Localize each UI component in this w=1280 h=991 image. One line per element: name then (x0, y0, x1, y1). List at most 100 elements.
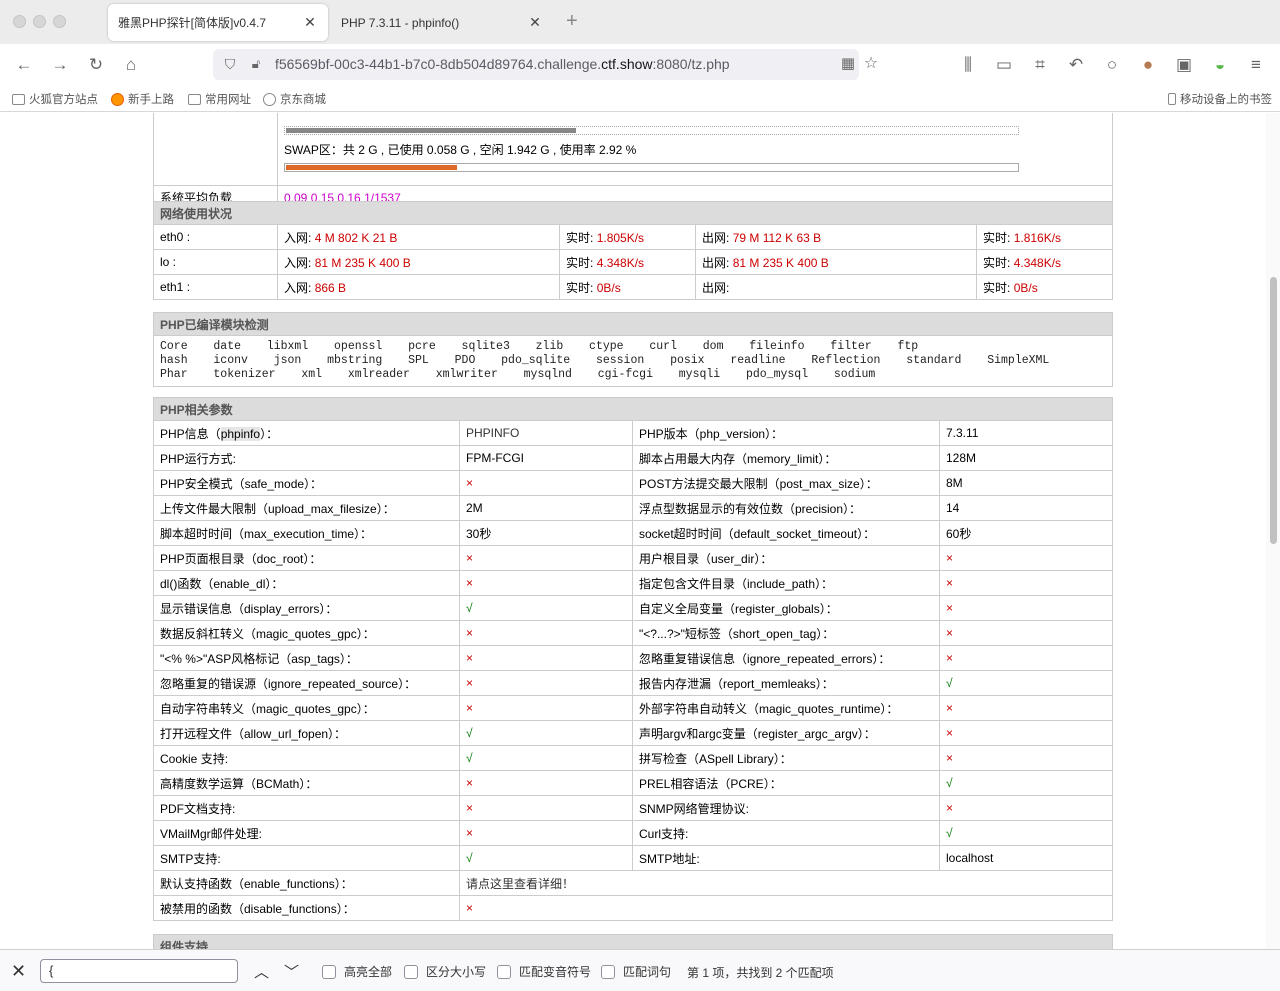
mobile-device-icon (1168, 93, 1176, 105)
close-icon[interactable]: ✕ (527, 14, 543, 31)
bookmark-getting-started[interactable]: 新手上路 (111, 91, 174, 107)
reload-icon[interactable]: ↻ (85, 54, 107, 76)
iface-name: eth0 : (153, 224, 278, 250)
checkbox[interactable] (497, 964, 511, 979)
param-value: 14 (939, 495, 1113, 521)
phpinfo-link-text[interactable]: PHPINFO (466, 426, 519, 440)
page-scrollbar[interactable] (1266, 113, 1280, 949)
whole-words-checkbox[interactable]: 匹配词句 (601, 963, 671, 980)
param-label: 忽略重复的错误源（ignore_repeated_source）： (153, 670, 460, 696)
param-label: Cookie 支持: (153, 745, 460, 771)
param-label: "<% %>"ASP风格标记（asp_tags）： (153, 645, 460, 671)
phpinfo-link[interactable]: PHPINFO (459, 420, 633, 446)
extension-icon[interactable]: ◒ (1209, 54, 1231, 76)
tab-phpinfo[interactable]: PHP 7.3.11 - phpinfo() ✕ (331, 4, 553, 41)
shield-icon[interactable]: ⛉ (219, 53, 241, 75)
extension-circle-icon[interactable]: ○ (1101, 54, 1123, 76)
forward-arrow-icon[interactable]: → (49, 54, 71, 76)
account-avatar-icon[interactable]: ● (1137, 54, 1159, 76)
close-icon[interactable]: ✕ (11, 961, 26, 982)
param-label: 脚本占用最大内存（memory_limit）： (632, 445, 940, 471)
param-value: 8M (939, 470, 1113, 496)
modules-line: hash iconv json mbstring SPL PDO pdo_sql… (160, 354, 1050, 367)
param-value: × (459, 570, 633, 596)
param-value: localhost (939, 845, 1113, 871)
screenshot-icon[interactable]: ⌗ (1029, 54, 1051, 76)
param-label: PHP信息（phpinfo）： (153, 420, 460, 446)
new-tab-button[interactable]: + (566, 10, 578, 33)
match-diacritics-checkbox[interactable]: 匹配变音符号 (497, 963, 591, 980)
address-bar[interactable]: ⛉ 🔓︎ f56569bf-00c3-44b1-b7c0-8db504d8976… (213, 49, 878, 80)
globe-icon (263, 92, 276, 106)
memory-label-cell (153, 113, 278, 186)
bookmark-common-sites[interactable]: 常用网址 (188, 91, 251, 107)
qr-code-icon[interactable]: ▦ (837, 53, 859, 75)
param-label: 忽略重复错误信息（ignore_repeated_errors）： (632, 645, 940, 671)
tab-tz-probe[interactable]: 雅黑PHP探针[简体版]v0.4.7 ✕ (108, 4, 328, 41)
bookmark-firefox-site[interactable]: 火狐官方站点 (12, 91, 98, 107)
mobile-bookmarks[interactable]: 移动设备上的书签 (1168, 91, 1272, 107)
param-label: Curl支持: (632, 820, 940, 846)
param-label: 高精度数学运算（BCMath）： (153, 770, 460, 796)
modules-line: Core date libxml openssl pcre sqlite3 zl… (160, 340, 919, 353)
sidebar-icon[interactable]: ▭ (993, 54, 1015, 76)
checkbox[interactable] (404, 964, 418, 979)
find-previous-icon[interactable]: ︿ (254, 961, 269, 982)
param-label: VMailMgr邮件处理: (153, 820, 460, 846)
checkbox-label: 区分大小写 (426, 965, 487, 979)
bookmarks-toolbar: 火狐官方站点 新手上路 常用网址 京东商城 移动设备上的书签 (0, 85, 1280, 112)
menu-icon[interactable]: ≡ (1245, 54, 1267, 76)
lock-icon[interactable]: 🔓︎ (245, 53, 267, 75)
realtime-value: 4.348K/s (1013, 255, 1062, 270)
container-icon[interactable]: ▣ (1173, 54, 1195, 76)
find-input[interactable]: { (40, 959, 238, 983)
out-cell: 出网: 79 M 112 K 63 B (695, 224, 977, 250)
param-value: 128M (939, 445, 1113, 471)
param-label: "<?...?>"短标签（short_open_tag）： (632, 620, 940, 646)
param-value: FPM-FCGI (459, 445, 633, 471)
memory-bars-cell: SWAP区：共 2 G , 已使用 0.058 G , 空闲 1.942 G ,… (277, 113, 1113, 186)
param-label: 声明argv和argc变量（register_argc_argv）： (632, 720, 940, 746)
home-icon[interactable]: ⌂ (120, 54, 142, 76)
param-label: PHP运行方式: (153, 445, 460, 471)
url-text[interactable]: f56569bf-00c3-44b1-b7c0-8db504d89764.cha… (275, 56, 730, 72)
highlight-all-checkbox[interactable]: 高亮全部 (322, 963, 392, 980)
back-arrow-icon[interactable]: ← (13, 54, 35, 76)
param-value: × (939, 795, 1113, 821)
scrollbar-thumb[interactable] (1270, 277, 1277, 544)
in-value: 81 M 235 K 400 B (314, 255, 411, 270)
bookmark-jd-mall[interactable]: 京东商城 (263, 91, 326, 107)
enable-functions-link[interactable]: 请点这里查看详细！ (459, 870, 1113, 896)
checkbox-label: 高亮全部 (344, 965, 393, 979)
zoom-window-button[interactable] (53, 15, 66, 28)
out-cell: 出网: (695, 274, 977, 300)
find-next-icon[interactable]: ﹀ (284, 961, 299, 982)
bookmark-label: 火狐官方站点 (29, 94, 98, 106)
param-label: 脚本超时时间（max_execution_time）： (153, 520, 460, 546)
bookmark-star-icon[interactable]: ☆ (860, 53, 882, 75)
close-icon[interactable]: ✕ (302, 14, 318, 31)
navigation-toolbar: ← → ↻ ⌂ ⛉ 🔓︎ f56569bf-00c3-44b1-b7c0-8db… (0, 44, 1280, 85)
param-label: PHP安全模式（safe_mode）： (153, 470, 460, 496)
checkbox[interactable] (322, 964, 336, 979)
param-label: PDF文档支持: (153, 795, 460, 821)
param-label: 报告内存泄漏（report_memleaks）： (632, 670, 940, 696)
browser-titlebar: 雅黑PHP探针[简体版]v0.4.7 ✕ PHP 7.3.11 - phpinf… (0, 0, 1280, 44)
undo-icon[interactable]: ↶ (1065, 54, 1087, 76)
param-value: × (939, 745, 1113, 771)
param-value: × (459, 770, 633, 796)
checkbox[interactable] (601, 964, 615, 979)
in-value: 4 M 802 K 21 B (314, 230, 398, 245)
realtime-value: 0B/s (596, 280, 621, 295)
minimize-window-button[interactable] (33, 15, 46, 28)
network-row: eth1 : 入网: 866 B 实时: 0B/s 出网: 实时: 0B/s (153, 274, 1113, 300)
in-label: 入网: (284, 230, 312, 245)
param-row: 脚本超时时间（max_execution_time）： 30秒 socket超时时间… (153, 520, 1113, 546)
params-body: PHP信息（phpinfo）： PHPINFO PHP版本（php_versio… (153, 420, 1113, 871)
param-value: × (939, 620, 1113, 646)
library-icon[interactable]: ⫼ (957, 54, 979, 76)
close-window-button[interactable] (13, 15, 26, 28)
param-row: 被禁用的函数（disable_functions）： × (153, 895, 1113, 921)
find-bar: ✕ { ︿ ﹀ 高亮全部 区分大小写 匹配变音符号 匹配词句 第 1 项，共找到… (0, 949, 1280, 991)
match-case-checkbox[interactable]: 区分大小写 (404, 963, 486, 980)
